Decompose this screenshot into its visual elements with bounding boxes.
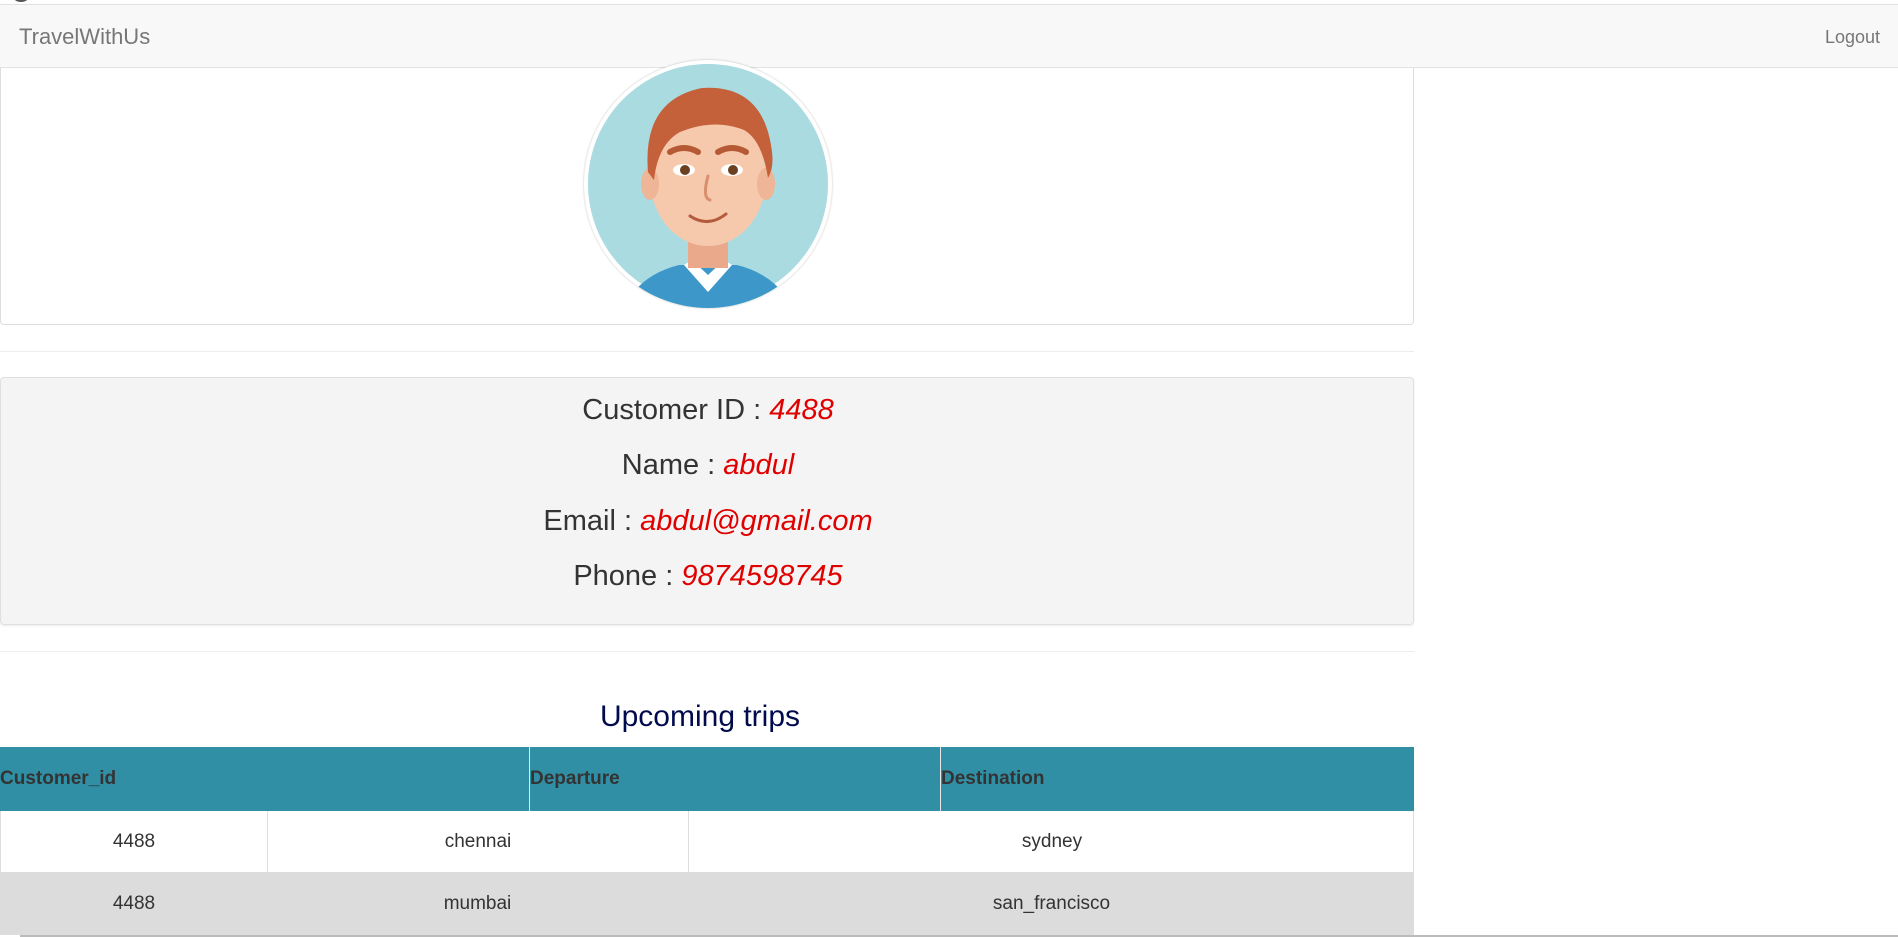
- customer-id-value: 4488: [769, 394, 834, 426]
- cell-departure: chennai: [267, 811, 688, 873]
- phone-value: 9874598745: [681, 560, 843, 592]
- page-edge-mark: [14, 0, 28, 2]
- customer-id-line: Customer ID : 4488: [1, 394, 1415, 427]
- cell-destination: san_francisco: [992, 893, 1111, 914]
- phone-label: Phone :: [573, 560, 682, 592]
- table-header: Customer_id Departure Destination: [0, 747, 1414, 811]
- customer-info-panel: Customer ID : 4488 Name : abdul Email : …: [0, 377, 1414, 625]
- customer-id-label: Customer ID :: [582, 394, 770, 426]
- cell-destination: sydney: [688, 811, 1415, 873]
- email-label: Email :: [543, 505, 641, 537]
- column-header-customer-id: Customer_id: [0, 768, 117, 789]
- navbar: TravelWithUs Logout: [0, 4, 1898, 68]
- cell-customer-id: 4488: [112, 831, 156, 852]
- table-row: 4488 mumbai san_francisco: [0, 873, 1414, 935]
- email-line: Email : abdul@gmail.com: [1, 505, 1415, 538]
- logout-link[interactable]: Logout: [1825, 27, 1880, 48]
- user-avatar-icon: [584, 60, 832, 308]
- avatar-panel: [0, 60, 1414, 325]
- divider: [0, 651, 1414, 652]
- phone-line: Phone : 9874598745: [1, 560, 1415, 593]
- name-line: Name : abdul: [1, 449, 1415, 482]
- email-value: abdul@gmail.com: [640, 505, 873, 537]
- column-header-departure: Departure: [529, 747, 940, 811]
- name-value: abdul: [723, 449, 795, 481]
- column-header-destination: Destination: [940, 747, 1414, 811]
- cell-departure: mumbai: [443, 893, 512, 914]
- divider: [0, 351, 1414, 352]
- cell-customer-id: 4488: [112, 893, 156, 914]
- brand-link[interactable]: TravelWithUs: [19, 24, 150, 50]
- trips-table: Customer_id Departure Destination 4488 c…: [0, 747, 1414, 935]
- name-label: Name :: [621, 449, 724, 481]
- table-row: 4488 chennai sydney: [0, 811, 1414, 873]
- upcoming-trips-title: Upcoming trips: [599, 700, 801, 733]
